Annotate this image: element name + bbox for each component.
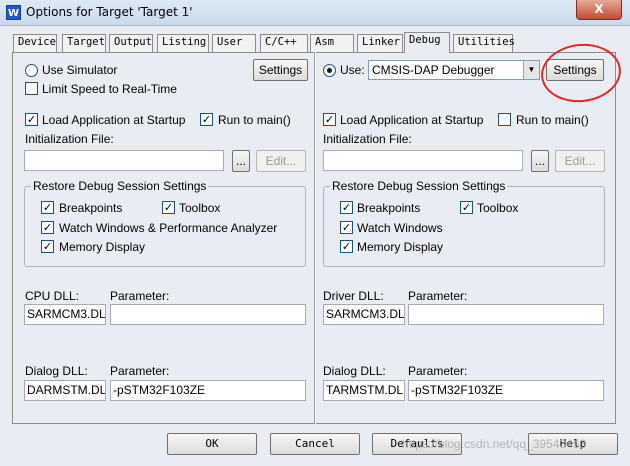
use-debugger-label: Use: [340, 63, 365, 77]
right-dialog-dll-input[interactable]: TARMSTM.DLL [323, 380, 405, 401]
panel-divider [314, 52, 316, 424]
tab-linker[interactable]: Linker [357, 34, 403, 52]
simulator-settings-button[interactable]: Settings [253, 59, 308, 81]
right-restore-group-title: Restore Debug Session Settings [330, 179, 508, 193]
left-memory-label: Memory Display [59, 240, 146, 254]
driver-dll-input[interactable]: SARMCM3.DLL [323, 304, 405, 325]
watermark: https://blog.csdn.net/qq_39543453 [402, 437, 587, 451]
left-breakpoints-checkbox[interactable]: ✓ [41, 201, 54, 214]
right-breakpoints-checkbox[interactable]: ✓ [340, 201, 353, 214]
cpu-dll-label: CPU DLL: [25, 289, 80, 303]
ok-button[interactable]: OK [167, 433, 257, 455]
debugger-select-value: CMSIS-DAP Debugger [372, 63, 495, 77]
left-dialog-param-label: Parameter: [110, 364, 170, 378]
close-button[interactable]: X [576, 0, 622, 20]
left-run-to-main-label: Run to main() [218, 113, 291, 127]
right-memory-label: Memory Display [357, 240, 444, 254]
right-dialog-param-input[interactable]: -pSTM32F103ZE [408, 380, 604, 401]
left-restore-group-title: Restore Debug Session Settings [31, 179, 209, 193]
tab-target[interactable]: Target [62, 34, 106, 52]
tab-utilities[interactable]: Utilities [453, 34, 515, 52]
tab-cpp[interactable]: C/C++ [260, 34, 308, 52]
tab-listing[interactable]: Listing [157, 34, 209, 52]
left-memory-checkbox[interactable]: ✓ [41, 240, 54, 253]
use-debugger-radio[interactable] [323, 64, 336, 77]
right-toolbox-checkbox[interactable]: ✓ [460, 201, 473, 214]
left-watch-label: Watch Windows & Performance Analyzer [59, 221, 278, 235]
right-breakpoints-label: Breakpoints [357, 201, 421, 215]
left-dialog-param-input[interactable]: -pSTM32F103ZE [110, 380, 306, 401]
right-load-app-checkbox[interactable]: ✓ [323, 113, 336, 126]
tab-output[interactable]: Output [109, 34, 153, 52]
chevron-down-icon[interactable]: ▼ [523, 61, 539, 79]
right-watch-label: Watch Windows [357, 221, 443, 235]
right-init-file-input[interactable] [323, 150, 523, 171]
left-dialog-dll-label: Dialog DLL: [25, 364, 88, 378]
right-load-app-label: Load Application at Startup [340, 113, 484, 127]
left-edit-button[interactable]: Edit... [256, 150, 306, 172]
right-dialog-param-label: Parameter: [408, 364, 468, 378]
debugger-select[interactable]: CMSIS-DAP Debugger ▼ [368, 60, 540, 80]
left-toolbox-label: Toolbox [179, 201, 221, 215]
right-watch-checkbox[interactable]: ✓ [340, 221, 353, 234]
right-run-to-main-checkbox[interactable] [498, 113, 511, 126]
left-browse-button[interactable]: ... [232, 150, 250, 172]
left-watch-checkbox[interactable]: ✓ [41, 221, 54, 234]
app-icon: W [6, 5, 21, 20]
limit-speed-label: Limit Speed to Real-Time [42, 82, 177, 96]
left-toolbox-checkbox[interactable]: ✓ [162, 201, 175, 214]
cpu-param-input[interactable] [110, 304, 306, 325]
left-load-app-label: Load Application at Startup [42, 113, 186, 127]
cpu-param-label: Parameter: [110, 289, 170, 303]
left-run-to-main-checkbox[interactable]: ✓ [200, 113, 213, 126]
right-dialog-dll-label: Dialog DLL: [323, 364, 386, 378]
left-init-file-input[interactable] [24, 150, 224, 171]
right-browse-button[interactable]: ... [531, 150, 549, 172]
driver-dll-label: Driver DLL: [323, 289, 384, 303]
tab-asm[interactable]: Asm [310, 34, 354, 52]
driver-param-label: Parameter: [408, 289, 468, 303]
use-simulator-radio[interactable] [25, 64, 38, 77]
right-run-to-main-label: Run to main() [516, 113, 589, 127]
tab-device[interactable]: Device [13, 34, 57, 52]
driver-param-input[interactable] [408, 304, 604, 325]
right-init-file-label: Initialization File: [323, 132, 412, 146]
left-init-file-label: Initialization File: [25, 132, 114, 146]
title-bar: W Options for Target 'Target 1' X [0, 0, 630, 26]
right-memory-checkbox[interactable]: ✓ [340, 240, 353, 253]
left-load-app-checkbox[interactable]: ✓ [25, 113, 38, 126]
left-breakpoints-label: Breakpoints [59, 201, 123, 215]
cancel-button[interactable]: Cancel [270, 433, 360, 455]
tab-debug[interactable]: Debug [404, 32, 450, 53]
cpu-dll-input[interactable]: SARMCM3.DLL [24, 304, 106, 325]
window-title: Options for Target 'Target 1' [26, 5, 193, 19]
use-simulator-label: Use Simulator [42, 63, 118, 77]
right-toolbox-label: Toolbox [477, 201, 519, 215]
left-dialog-dll-input[interactable]: DARMSTM.DLL [24, 380, 106, 401]
limit-speed-checkbox[interactable] [25, 82, 38, 95]
right-edit-button[interactable]: Edit... [555, 150, 605, 172]
tab-user[interactable]: User [212, 34, 256, 52]
